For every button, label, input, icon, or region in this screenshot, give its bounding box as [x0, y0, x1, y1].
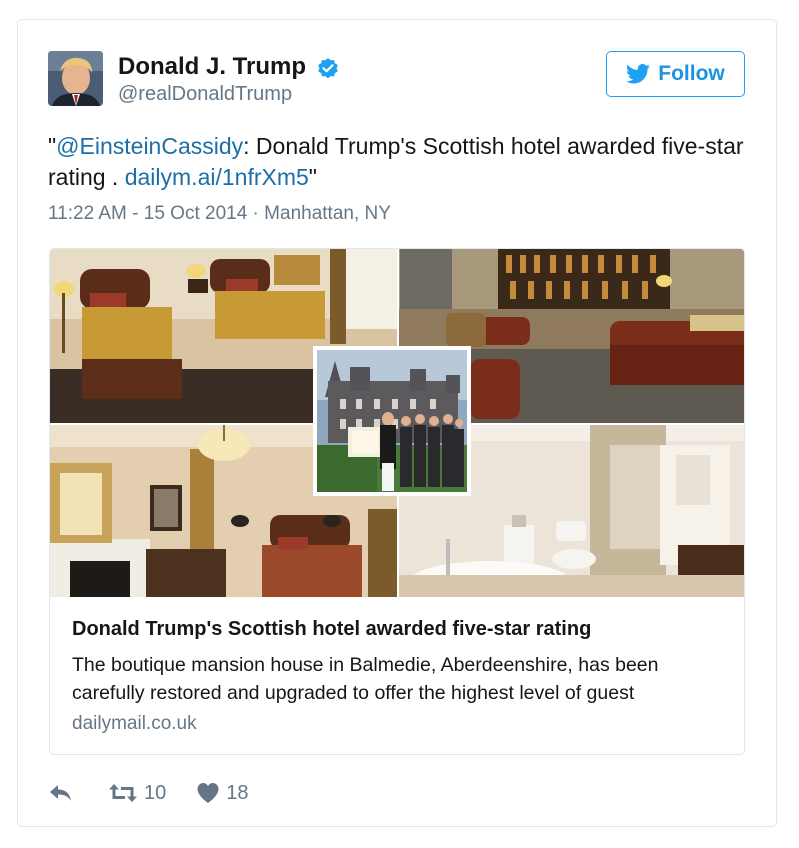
retweet-icon	[109, 784, 137, 802]
like-count: 18	[226, 781, 249, 804]
tweet-card: Donald J. Trump @realDonaldTrump Follow …	[17, 19, 777, 827]
follow-button[interactable]: Follow	[606, 51, 745, 97]
location[interactable]: Manhattan, NY	[264, 203, 391, 224]
follow-label: Follow	[658, 62, 725, 85]
retweet-count: 10	[144, 781, 167, 804]
tweet-meta: 11:22 AM - 15 Oct 2014 · Manhattan, NY	[48, 203, 391, 225]
timestamp[interactable]: 11:22 AM - 15 Oct 2014	[48, 203, 247, 224]
link-card[interactable]: Donald Trump's Scottish hotel awarded fi…	[49, 248, 745, 755]
card-image[interactable]	[50, 249, 744, 597]
reply-button[interactable]	[48, 782, 74, 804]
like-button[interactable]: 18	[196, 781, 249, 805]
mention-link[interactable]: @EinsteinCassidy	[56, 133, 243, 159]
user-handle[interactable]: @realDonaldTrump	[118, 83, 292, 106]
avatar[interactable]	[48, 51, 103, 106]
tweet-url-link[interactable]: dailym.ai/1nfrXm5	[125, 164, 309, 190]
hotel-collage-image	[50, 249, 744, 597]
heart-icon	[197, 783, 219, 803]
card-domain: dailymail.co.uk	[72, 713, 197, 734]
tweet-actions: 10 18	[48, 778, 249, 808]
verified-badge-icon	[318, 58, 338, 79]
display-name[interactable]: Donald J. Trump	[118, 53, 306, 81]
card-description: The boutique mansion house in Balmedie, …	[72, 654, 659, 704]
tweet-text: "@EinsteinCassidy: Donald Trump's Scotti…	[48, 131, 748, 193]
retweet-button[interactable]: 10	[108, 782, 166, 805]
card-title[interactable]: Donald Trump's Scottish hotel awarded fi…	[72, 618, 591, 641]
quote-close: "	[308, 164, 317, 190]
twitter-bird-icon	[626, 64, 651, 84]
quote-open: "	[48, 133, 57, 159]
meta-separator: ·	[247, 203, 265, 224]
reply-icon	[50, 785, 71, 801]
